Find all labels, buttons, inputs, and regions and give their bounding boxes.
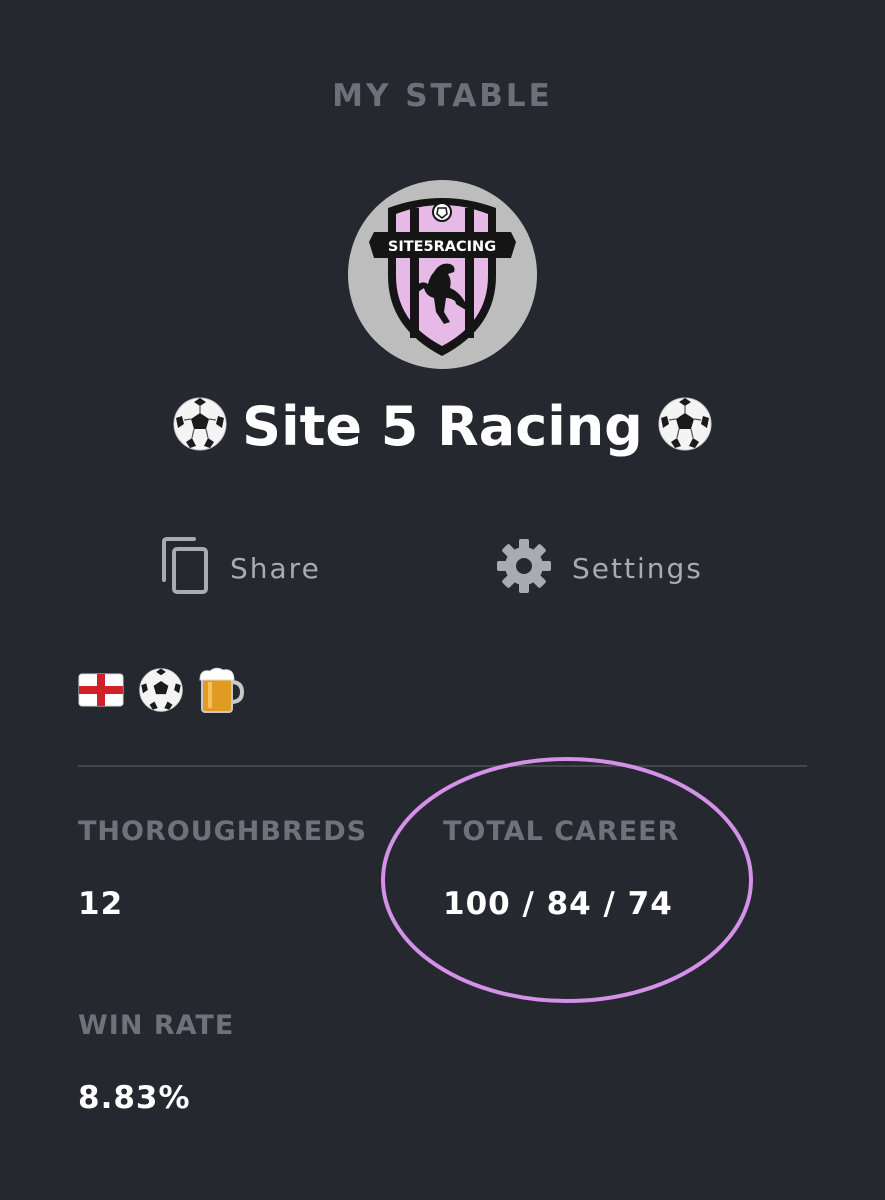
copy-icon bbox=[158, 536, 212, 600]
win-rate-label: WIN RATE bbox=[78, 1010, 235, 1041]
stable-name: Site 5 Racing bbox=[242, 395, 643, 458]
soccer-ball-icon bbox=[172, 396, 228, 465]
settings-button[interactable]: Settings bbox=[494, 538, 703, 598]
total-career-value: 100 / 84 / 74 bbox=[443, 886, 673, 922]
share-label: Share bbox=[230, 551, 321, 585]
page-title: MY STABLE bbox=[332, 78, 553, 114]
stable-name-heading: Site 5 Racing bbox=[0, 395, 885, 465]
england-flag-icon bbox=[78, 673, 124, 711]
thoroughbreds-value: 12 bbox=[78, 886, 124, 922]
svg-text:SITE5RACING: SITE5RACING bbox=[388, 239, 496, 255]
win-rate-value: 8.83% bbox=[78, 1080, 191, 1116]
gear-icon bbox=[494, 536, 554, 600]
beer-mug-icon bbox=[198, 666, 245, 718]
stable-logo: SITE5RACING bbox=[348, 180, 537, 369]
soccer-ball-icon bbox=[657, 396, 713, 465]
highlight-circle bbox=[381, 757, 753, 1003]
settings-label: Settings bbox=[572, 551, 703, 585]
thoroughbreds-label: THOROUGHBREDS bbox=[78, 816, 368, 847]
soccer-ball-icon bbox=[138, 667, 184, 717]
divider bbox=[78, 765, 807, 767]
share-button[interactable]: Share bbox=[158, 536, 321, 600]
stable-badges bbox=[78, 666, 245, 718]
total-career-label: TOTAL CAREER bbox=[443, 816, 680, 847]
